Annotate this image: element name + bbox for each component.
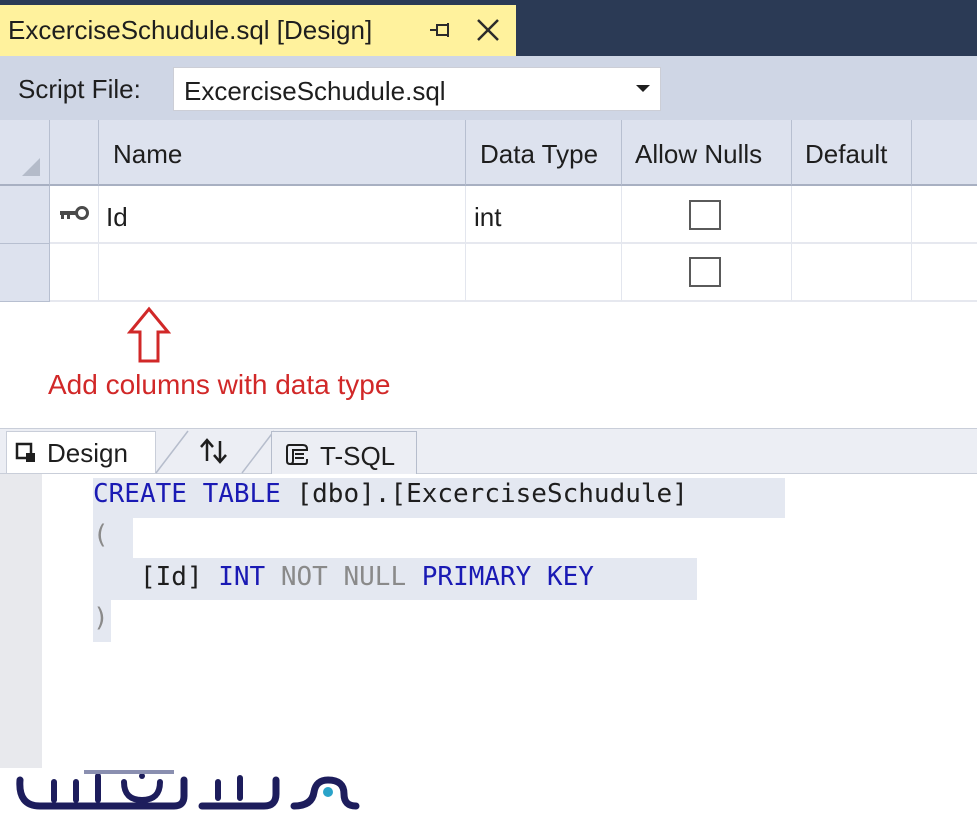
tab-design-label: Design bbox=[47, 438, 128, 468]
sql-line-4: ) bbox=[93, 603, 109, 633]
allow-nulls-checkbox[interactable] bbox=[689, 200, 721, 230]
tab-tsql-label: T-SQL bbox=[320, 441, 396, 471]
cell-data-type[interactable] bbox=[466, 244, 622, 302]
column-header-allow-nulls-label: Allow Nulls bbox=[635, 139, 763, 169]
column-header-allow-nulls[interactable]: Allow Nulls bbox=[622, 120, 792, 186]
cell-name[interactable] bbox=[99, 244, 466, 302]
cell-allow-nulls bbox=[622, 186, 792, 244]
swap-panes-icon[interactable] bbox=[198, 437, 230, 465]
design-icon bbox=[15, 442, 35, 462]
script-file-dropdown[interactable]: ExcerciseSchudule.sql bbox=[173, 67, 661, 111]
sql-keyword: INT bbox=[218, 562, 266, 592]
column-header-default-label: Default bbox=[805, 139, 888, 169]
cell-extra bbox=[912, 244, 977, 302]
close-icon[interactable] bbox=[475, 17, 501, 43]
cell-default[interactable] bbox=[792, 244, 912, 302]
column-header-name-label: Name bbox=[113, 139, 183, 169]
document-tab[interactable]: ExcerciseSchudule.sql [Design] bbox=[0, 5, 516, 56]
pane-tab-bar: Design T-SQL bbox=[0, 428, 977, 475]
tab-tsql[interactable]: T-SQL bbox=[271, 431, 417, 475]
up-arrow-icon bbox=[127, 306, 171, 363]
site-logo bbox=[16, 770, 360, 810]
cell-allow-nulls bbox=[622, 244, 792, 302]
tab-design[interactable]: Design bbox=[6, 431, 156, 473]
column-header-data-type-label: Data Type bbox=[480, 139, 599, 169]
cell-data-type[interactable]: int bbox=[466, 186, 622, 244]
pin-icon[interactable] bbox=[428, 19, 454, 43]
select-all-icon bbox=[22, 158, 40, 176]
cell-extra bbox=[912, 186, 977, 244]
script-file-label: Script File: bbox=[18, 74, 141, 104]
tab-divider bbox=[155, 430, 189, 474]
sql-keyword: CREATE TABLE bbox=[93, 479, 281, 509]
cell-data-type-text: int bbox=[474, 202, 502, 232]
sql-line-2: ( bbox=[93, 520, 109, 550]
sql-editor[interactable]: CREATE TABLE [dbo].[ExcerciseSchudule] (… bbox=[0, 474, 977, 768]
script-icon bbox=[286, 444, 308, 466]
sql-identifier: [dbo].[ExcerciseSchudule] bbox=[296, 479, 688, 509]
allow-nulls-checkbox[interactable] bbox=[689, 257, 721, 287]
column-header-data-type[interactable]: Data Type bbox=[466, 120, 622, 186]
cell-name[interactable]: Id bbox=[99, 186, 466, 244]
table-row bbox=[50, 244, 99, 302]
sql-keyword: PRIMARY KEY bbox=[421, 562, 594, 592]
sql-line-3: [Id] INT NOT NULL PRIMARY KEY bbox=[93, 562, 594, 592]
table-row bbox=[50, 186, 99, 244]
sql-null-keyword: NOT NULL bbox=[280, 562, 407, 592]
column-header-default[interactable]: Default bbox=[792, 120, 912, 186]
chevron-down-icon bbox=[636, 85, 650, 92]
script-file-value: ExcerciseSchudule.sql bbox=[184, 76, 446, 106]
annotation-text: Add columns with data type bbox=[48, 369, 391, 400]
cell-default[interactable] bbox=[792, 186, 912, 244]
editor-gutter bbox=[0, 474, 42, 768]
script-file-bar: Script File: ExcerciseSchudule.sql bbox=[0, 56, 977, 120]
row-selector[interactable] bbox=[0, 186, 50, 244]
row-selector[interactable] bbox=[0, 244, 50, 302]
grid-corner-header[interactable] bbox=[0, 120, 50, 186]
column-header-name[interactable]: Name bbox=[99, 120, 466, 186]
document-tab-title: ExcerciseSchudule.sql [Design] bbox=[8, 15, 373, 45]
cell-name-text: Id bbox=[106, 202, 128, 232]
title-bar: ExcerciseSchudule.sql [Design] bbox=[0, 0, 977, 56]
sql-identifier: [Id] bbox=[139, 562, 203, 592]
primary-key-icon bbox=[60, 206, 89, 220]
grid-key-header bbox=[50, 120, 99, 186]
sql-line-1: CREATE TABLE [dbo].[ExcerciseSchudule] bbox=[93, 479, 688, 509]
column-header-extra bbox=[912, 120, 977, 186]
